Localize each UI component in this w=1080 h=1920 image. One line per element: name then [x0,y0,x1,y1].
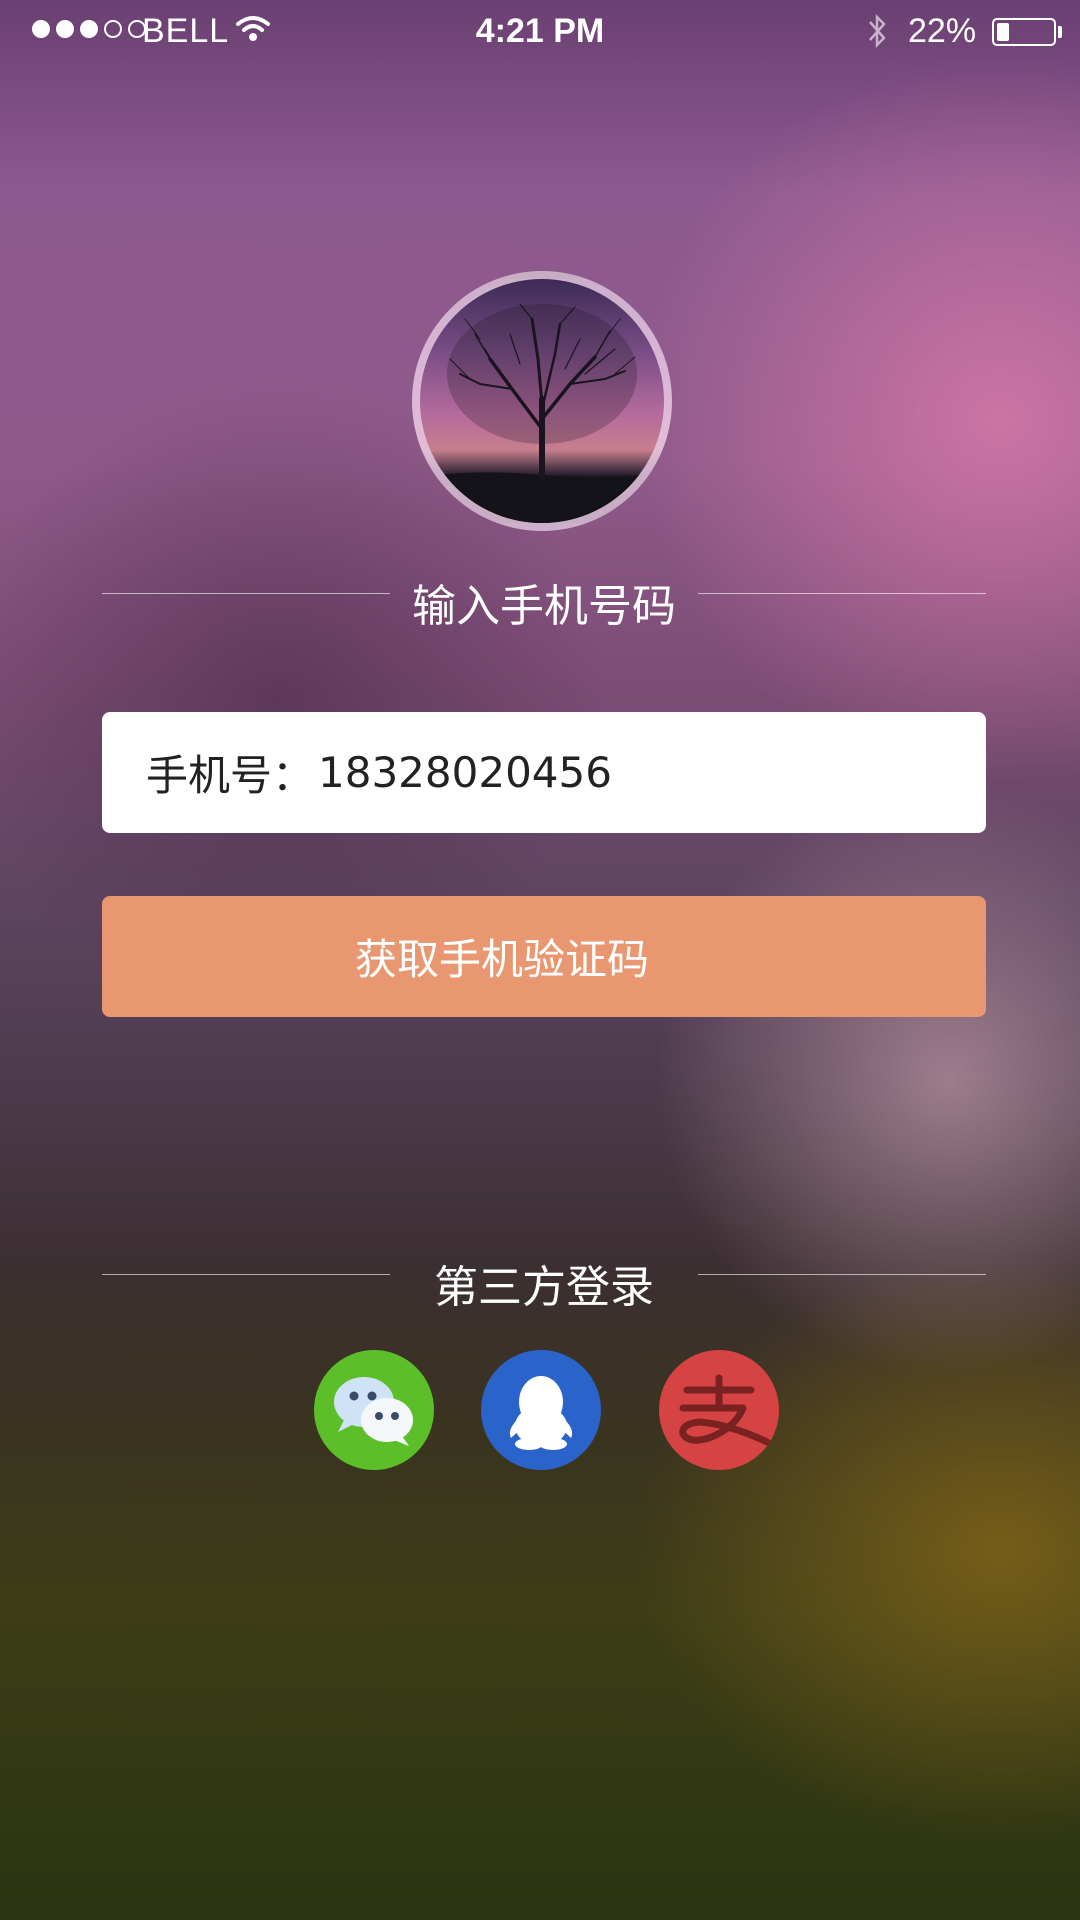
third-party-login-title: 第三方登录 [434,1262,654,1313]
battery-percentage: 22% [908,12,977,50]
qq-penguin-icon [509,1376,573,1450]
alipay-login-button[interactable] [659,1350,779,1470]
tree-avatar-photo [420,303,664,523]
divider-line-right [698,1274,986,1275]
qq-login-button[interactable] [481,1350,601,1470]
user-avatar[interactable] [412,271,672,531]
phone-field-label: 手机号： [146,751,315,800]
bluetooth-icon [869,13,886,49]
battery-icon [992,18,1056,46]
alipay-icon [679,1374,771,1446]
phone-section-title: 输入手机号码 [412,581,676,632]
status-bar: BELL 4:21 PM 22% [0,0,1080,62]
wechat-icon [334,1377,413,1446]
get-verification-code-button[interactable]: 获取手机验证码 [102,896,986,1017]
battery-level-fill [997,23,1009,41]
divider-line-right [698,593,986,594]
wechat-login-button[interactable] [314,1350,434,1470]
battery-nub [1058,26,1062,38]
phone-section-header: 输入手机号码 [102,564,986,632]
phone-number-field[interactable]: 手机号： 18328020456 [102,712,986,833]
third-party-login-header: 第三方登录 [102,1245,986,1313]
phone-field-value[interactable]: 18328020456 [318,748,612,797]
